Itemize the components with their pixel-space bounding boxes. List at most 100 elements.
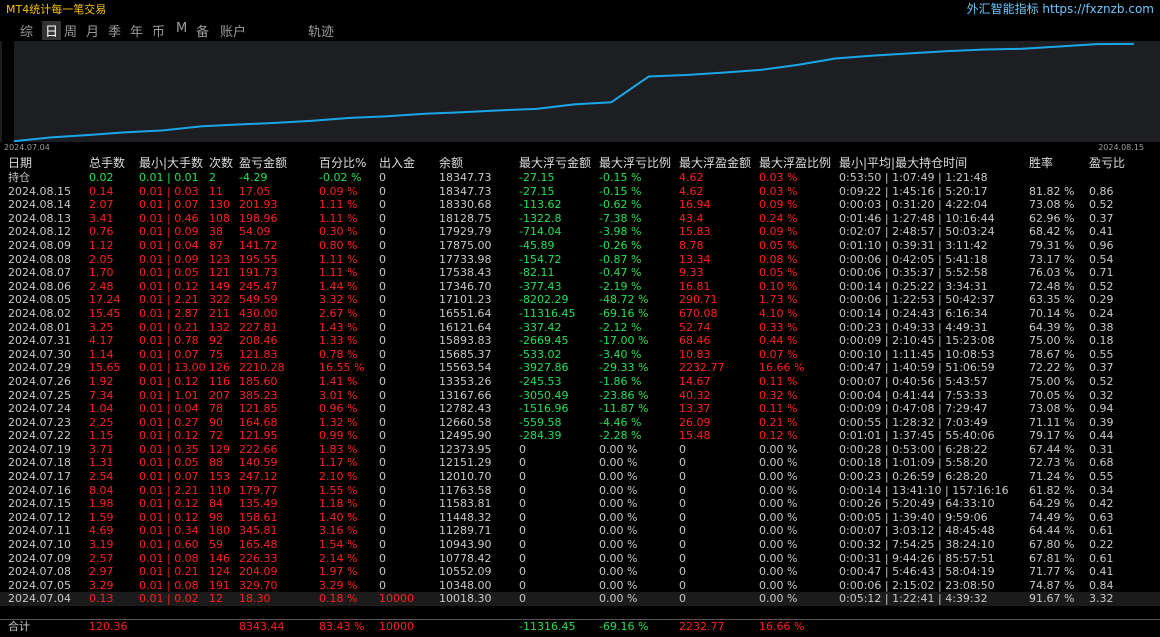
cell-pl: -4.29: [239, 171, 268, 184]
cell-mfp: 15.48: [679, 429, 711, 443]
table-row[interactable]: 2024.07.22 1.15 0.01 | 0.12 72 121.95 0.99 % 0…: [0, 429, 1160, 443]
column-header[interactable]: 余额: [439, 155, 463, 171]
table-row[interactable]: 2024.07.23 2.25 0.01 | 0.27 90 164.68 1.32 % 0…: [0, 416, 1160, 430]
table-row[interactable]: 2024.07.30 1.14 0.01 | 0.07 75 121.83 0.78 % 0…: [0, 348, 1160, 362]
cell-time: 0:00:32 | 7:54:25 | 38:24:10: [839, 538, 995, 552]
table-row[interactable]: 2024.08.09 1.12 0.01 | 0.04 87 141.72 0.80 % 0…: [0, 239, 1160, 253]
cell-date: 持仓: [8, 171, 30, 184]
cell-balance: 18347.73: [439, 171, 492, 184]
column-header[interactable]: 最小|大手数: [139, 155, 203, 171]
cell-lots: 1.14: [89, 347, 114, 361]
cell-mfpp: 0.32 %: [759, 388, 798, 402]
tab-1[interactable]: 日: [42, 21, 62, 40]
cell-date: 2024.07.16: [8, 483, 71, 497]
cell-mfl: 0: [519, 551, 526, 565]
tab-4[interactable]: 季: [108, 21, 121, 40]
cell-lots: 15.45: [89, 306, 121, 320]
table-row[interactable]: 2024.07.16 8.04 0.01 | 2.21 110 179.77 1.55 %…: [0, 484, 1160, 498]
column-header[interactable]: 次数: [209, 155, 233, 171]
tab-3[interactable]: 月: [86, 21, 99, 40]
table-row[interactable]: 2024.08.05 17.24 0.01 | 2.21 322 549.59 3.32 …: [0, 293, 1160, 307]
cell-minmax: 0.01 | 0.07: [139, 347, 199, 361]
table-row[interactable]: 2024.07.17 2.54 0.01 | 0.07 153 247.12 2.10 %…: [0, 470, 1160, 484]
table-row[interactable]: 2024.07.08 2.97 0.01 | 0.21 124 204.09 1.97 %…: [0, 565, 1160, 579]
column-header[interactable]: 出入金: [379, 155, 415, 171]
cell-time: 0:00:05 | 1:39:40 | 9:59:06: [839, 510, 988, 524]
cell-balance: 17101.23: [439, 293, 492, 307]
cell-pct: 1.17 %: [319, 456, 358, 470]
cell-mfpp: 0.44 %: [759, 334, 798, 348]
table-row[interactable]: 2024.07.12 1.59 0.01 | 0.12 98 158.61 1.40 % 0…: [0, 511, 1160, 525]
cell-win: 63.35 %: [1029, 293, 1075, 307]
cell-pl: 121.85: [239, 402, 278, 416]
table-row[interactable]: 2024.07.18 1.31 0.01 | 0.05 88 140.59 1.17 % 0…: [0, 456, 1160, 470]
cell-pl: 430.00: [239, 306, 278, 320]
cell-win: 78.67 %: [1029, 347, 1075, 361]
tab-0[interactable]: 综: [20, 21, 33, 40]
table-row[interactable]: 2024.07.24 1.04 0.01 | 0.04 78 121.85 0.96 % 0…: [0, 402, 1160, 416]
cell-time: 0:00:31 | 9:44:26 | 85:57:51: [839, 551, 995, 565]
cell-mfpp: 0.10 %: [759, 279, 798, 293]
table-row[interactable]: 2024.07.10 3.19 0.01 | 0.60 59 165.48 1.54 % 0…: [0, 538, 1160, 552]
cell-mfp: 16.81: [679, 279, 711, 293]
column-header[interactable]: 最大浮盈比例: [759, 155, 831, 171]
table-row[interactable]: 2024.07.31 4.17 0.01 | 0.78 92 208.46 1.33 % 0…: [0, 334, 1160, 348]
tab-7[interactable]: M: [176, 21, 187, 36]
cell-balance: 18347.73: [439, 184, 492, 198]
column-header[interactable]: 盈亏金额: [239, 155, 287, 171]
table-row[interactable]: 2024.07.25 7.34 0.01 | 1.01 207 385.23 3.01 %…: [0, 389, 1160, 403]
tab-10[interactable]: 轨迹: [308, 21, 334, 40]
brand-link[interactable]: 外汇智能指标 https://fxznzb.com: [967, 0, 1154, 17]
cell-mfp: 16.94: [679, 198, 711, 212]
table-row[interactable]: 2024.07.29 15.65 0.01 | 13.00 126 2210.28 16.…: [0, 361, 1160, 375]
cell-mfpp: 0.24 %: [759, 211, 798, 225]
cell-count: 124: [209, 565, 230, 579]
tab-5[interactable]: 年: [130, 21, 143, 40]
table-row[interactable]: 2024.07.15 1.98 0.01 | 0.12 84 135.49 1.18 % 0…: [0, 497, 1160, 511]
tab-6[interactable]: 币: [152, 21, 165, 40]
table-row[interactable]: 2024.07.11 4.69 0.01 | 0.34 180 345.81 3.16 %…: [0, 524, 1160, 538]
cell-time: 0:00:06 | 2:15:02 | 23:08:50: [839, 578, 995, 592]
column-header[interactable]: 百分比%: [319, 155, 366, 171]
table-row[interactable]: 2024.08.08 2.05 0.01 | 0.09 123 195.55 1.11 %…: [0, 253, 1160, 267]
column-header[interactable]: 最大浮亏金额: [519, 155, 591, 171]
tab-9[interactable]: 账户: [220, 21, 246, 40]
column-header[interactable]: 最小|平均|最大持仓时间: [839, 155, 967, 171]
table-row[interactable]: 2024.08.06 2.48 0.01 | 0.12 149 245.47 1.44 %…: [0, 280, 1160, 294]
column-header[interactable]: 日期: [8, 155, 32, 171]
cell-pct: 0.80 %: [319, 238, 358, 252]
column-header[interactable]: 胜率: [1029, 155, 1053, 171]
table-row[interactable]: 2024.08.13 3.41 0.01 | 0.46 108 198.96 1.11 %…: [0, 212, 1160, 226]
table-row[interactable]: 2024.08.15 0.14 0.01 | 0.03 11 17.05 0.09 % 0 1…: [0, 185, 1160, 199]
cell-count: 92: [209, 334, 223, 348]
table-row[interactable]: 2024.08.07 1.70 0.01 | 0.05 121 191.73 1.11 %…: [0, 266, 1160, 280]
cell-mfpp: 0.00 %: [759, 470, 798, 484]
table-row[interactable]: 2024.07.19 3.71 0.01 | 0.35 129 222.66 1.83 %…: [0, 443, 1160, 457]
table-row[interactable]: 2024.08.02 15.45 0.01 | 2.87 211 430.00 2.67 …: [0, 307, 1160, 321]
table-row[interactable]: 2024.08.01 3.25 0.01 | 0.21 132 227.81 1.43 %…: [0, 321, 1160, 335]
column-header[interactable]: 最大浮亏比例: [599, 155, 671, 171]
cell-pl: 385.23: [239, 388, 278, 402]
tab-2[interactable]: 周: [64, 21, 77, 40]
cell-date: 2024.07.26: [8, 374, 71, 388]
cell-date: 2024.07.31: [8, 334, 71, 348]
holding-row[interactable]: 持仓 0.02 0.01 | 0.01 2 -4.29 -0.02 % 0 18347.73 -…: [0, 171, 1160, 185]
cell-lots: 2.07: [89, 198, 114, 212]
table-row[interactable]: 2024.07.05 3.29 0.01 | 0.08 191 329.70 3.29 %…: [0, 579, 1160, 593]
table-row[interactable]: 2024.07.04 0.13 0.01 | 0.02 12 18.30 0.18 % 10…: [0, 592, 1160, 606]
total-mflp: -69.16 %: [599, 620, 649, 633]
table-row[interactable]: 2024.08.12 0.76 0.01 | 0.09 38 54.09 0.30 % 0 1…: [0, 225, 1160, 239]
column-header[interactable]: 最大浮盈金额: [679, 155, 751, 171]
cell-count: 108: [209, 211, 230, 225]
cell-minmax: 0.01 | 0.03: [139, 184, 199, 198]
cell-win: 74.49 %: [1029, 510, 1075, 524]
cell-count: 129: [209, 442, 230, 456]
column-header[interactable]: 总手数: [89, 155, 125, 171]
column-header[interactable]: 盈亏比: [1089, 155, 1125, 171]
table-row[interactable]: 2024.08.14 2.07 0.01 | 0.07 130 201.93 1.11 %…: [0, 198, 1160, 212]
cell-mflp: -48.72 %: [599, 293, 649, 307]
cell-mfp: 26.09: [679, 415, 711, 429]
table-row[interactable]: 2024.07.09 2.57 0.01 | 0.08 146 226.33 2.14 %…: [0, 552, 1160, 566]
tab-8[interactable]: 备: [196, 21, 209, 40]
table-row[interactable]: 2024.07.26 1.92 0.01 | 0.12 116 185.60 1.41 %…: [0, 375, 1160, 389]
